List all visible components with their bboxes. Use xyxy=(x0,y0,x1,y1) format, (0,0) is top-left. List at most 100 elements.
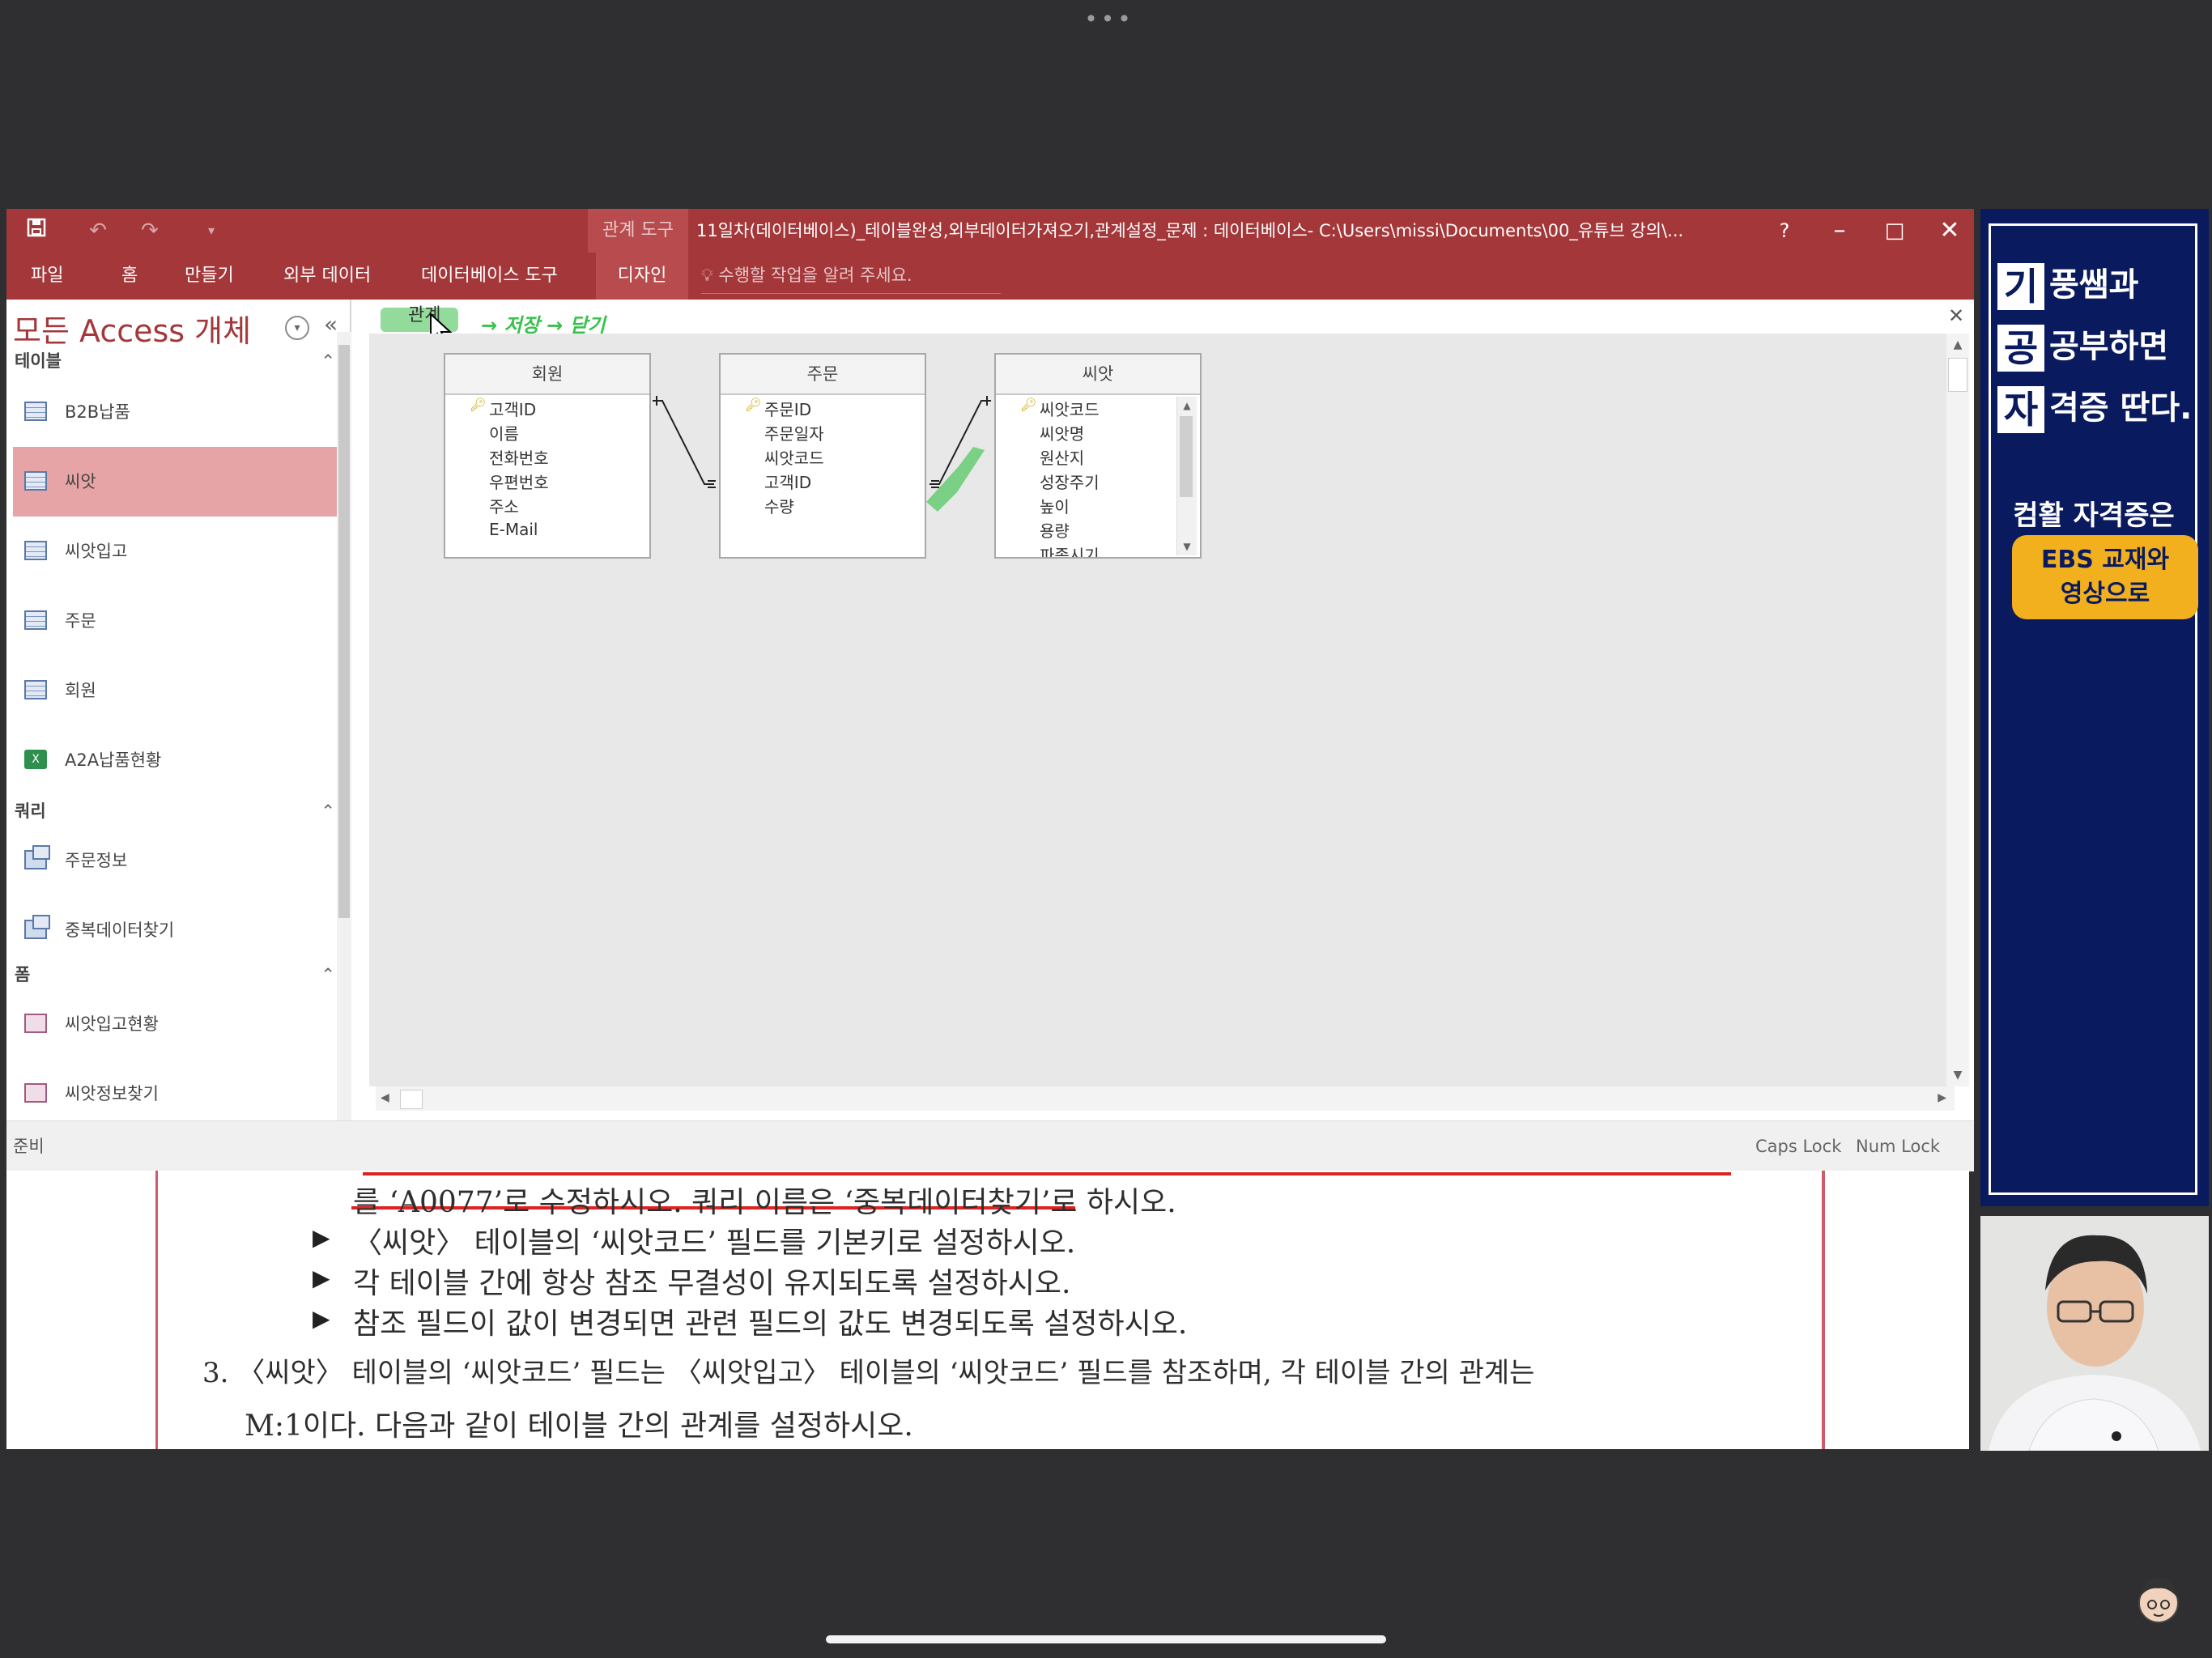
minimize-button[interactable]: – xyxy=(1815,209,1864,253)
presenter-video xyxy=(1980,1216,2209,1451)
title-bar: ↶ ↷ ▾ 관계 도구 11일차(데이터베이스)_테이블완성,외부데이터가져오기… xyxy=(6,209,1974,253)
nav-item-b2b[interactable]: B2B납품 xyxy=(13,377,342,447)
nav-item-order[interactable]: 주문 xyxy=(13,586,342,656)
document-title: 11일차(데이터베이스)_테이블완성,외부데이터가져오기,관계설정_문제 : 데… xyxy=(696,221,1684,240)
nav-item-duplicate-query[interactable]: 중복데이터찾기 xyxy=(13,895,342,965)
nav-item-label: A2A납품현황 xyxy=(65,750,162,770)
question-3: 3. 〈씨앗〉 테이블의 ‘씨앗코드’ 필드는 〈씨앗입고〉 테이블의 ‘씨앗코… xyxy=(202,1357,1535,1389)
mascot-icon xyxy=(2129,1571,2188,1629)
nav-item-label: 씨앗입고현황 xyxy=(65,1014,159,1034)
question-3-continued: M:1이다. 다음과 같이 테이블 간의 관계를 설정하시오. xyxy=(245,1409,913,1443)
undo-icon[interactable]: ↶ xyxy=(84,217,112,244)
promo-banner: 기 풍쌤과 공 공부하면 자 격증 딴다. 컴활 자격증은 EBS 교재와 영상으로 xyxy=(1980,209,2209,1206)
ebs-line-1: EBS 교재와 xyxy=(2040,546,2170,574)
group-forms[interactable]: 폼 ⌃ xyxy=(15,960,335,989)
scroll-left-icon[interactable]: ◀ xyxy=(381,1091,389,1104)
scroll-up-icon[interactable]: ▲ xyxy=(1946,338,1969,351)
field-list-scrollbar[interactable]: ▲ ▼ xyxy=(1176,397,1197,555)
linked-excel-table-icon: X xyxy=(24,750,47,769)
banner-initial: 자 xyxy=(1997,386,2044,433)
group-tables[interactable]: 테이블 ⌃ xyxy=(15,346,335,376)
nav-item-member[interactable]: 회원 xyxy=(13,656,342,725)
ebs-badge: EBS 교재와 영상으로 xyxy=(2012,535,2198,619)
home-indicator[interactable] xyxy=(826,1635,1386,1643)
scroll-down-icon[interactable]: ▼ xyxy=(1946,1069,1969,1082)
nav-item-label: 씨앗정보찾기 xyxy=(65,1084,159,1103)
join-line-member-order xyxy=(653,396,716,488)
relationships-canvas[interactable]: 회원 🔑︎ 고객ID 이름 전화번호 우편번호 주소 E-Mail 주문 🔑︎ … xyxy=(369,334,1959,1086)
document-margin xyxy=(6,1171,158,1449)
nav-item-seed-search-form[interactable]: 씨앗정보찾기 xyxy=(13,1059,342,1129)
instruction-line: 를 ‘A0077’로 수정하시오. 쿼리 이름은 ‘중복데이터찾기’로 하시오. xyxy=(353,1186,1176,1219)
nav-item-label: 주문정보 xyxy=(65,851,128,870)
form-icon xyxy=(24,1014,47,1033)
nav-item-label: B2B납품 xyxy=(65,402,130,422)
scroll-down-icon[interactable]: ▼ xyxy=(1177,541,1197,552)
join-highlight xyxy=(926,447,985,512)
save-icon[interactable] xyxy=(23,217,50,244)
presenter-silhouette xyxy=(1980,1216,2209,1451)
num-lock-indicator: Num Lock xyxy=(1856,1137,1941,1156)
table-icon xyxy=(24,471,47,491)
bullet-icon: ▶ xyxy=(313,1265,330,1291)
nav-item-label: 씨앗입고 xyxy=(65,542,128,561)
scroll-right-icon[interactable]: ▶ xyxy=(1938,1091,1946,1104)
nav-item-order-info[interactable]: 주문정보 xyxy=(13,826,342,895)
banner-initial: 공 xyxy=(1997,325,2044,372)
banner-row: 기 풍쌤과 xyxy=(1997,258,2138,312)
nav-menu-dropdown-icon[interactable]: ▾ xyxy=(285,316,309,340)
nav-pane-title[interactable]: 모든 Access 개체 xyxy=(13,306,251,351)
document-margin-line xyxy=(1822,1171,1825,1449)
tab-database-tools[interactable]: 데이터베이스 도구 xyxy=(421,253,558,300)
table-icon xyxy=(24,402,47,421)
nav-item-label: 회원 xyxy=(65,681,96,700)
tell-me-placeholder: 수행할 작업을 알려 주세요. xyxy=(718,266,912,285)
lightbulb-icon: 💡︎ xyxy=(701,266,713,285)
query-icon xyxy=(24,915,50,939)
nav-scrollbar-thumb[interactable] xyxy=(338,345,350,918)
tab-external-data[interactable]: 외부 데이터 xyxy=(283,253,371,300)
tab-create[interactable]: 만들기 xyxy=(185,253,234,300)
instruction-bullet: 참조 필드이 값이 변경되면 관련 필드의 값도 변경되도록 설정하시오. xyxy=(353,1307,1188,1341)
table-icon xyxy=(24,610,47,630)
group-queries[interactable]: 쿼리 ⌃ xyxy=(15,797,335,826)
nav-item-label: 중복데이터찾기 xyxy=(65,920,175,940)
table-icon xyxy=(24,541,47,560)
instruction-bullet: 〈씨앗〉 테이블의 ‘씨앗코드’ 필드를 기본키로 설정하시오. xyxy=(353,1226,1076,1260)
close-tab-icon[interactable]: ✕ xyxy=(1948,304,1964,327)
collapse-chevron-icon[interactable]: ⌃ xyxy=(321,960,335,989)
redo-icon[interactable]: ↷ xyxy=(136,217,164,244)
instruction-bullet: 각 테이블 간에 항상 참조 무결성이 유지되도록 설정하시오. xyxy=(353,1267,1071,1300)
collapse-chevron-icon[interactable]: ⌃ xyxy=(321,346,335,376)
nav-item-seed-stock-form[interactable]: 씨앗입고현황 xyxy=(13,989,342,1059)
tab-design[interactable]: 디자인 xyxy=(596,253,688,300)
tell-me-search[interactable]: 💡︎ 수행할 작업을 알려 주세요. xyxy=(701,257,1001,294)
canvas-vertical-scrollbar[interactable]: ▲ ▼ xyxy=(1946,334,1969,1086)
nav-collapse-icon[interactable]: « xyxy=(324,311,338,338)
banner-frame: 기 풍쌤과 공 공부하면 자 격증 딴다. 컴활 자격증은 EBS 교재와 영상으로 xyxy=(1989,223,2198,1195)
exam-document: 를 ‘A0077’로 수정하시오. 쿼리 이름은 ‘중복데이터찾기’로 하시오.… xyxy=(6,1171,1969,1449)
customize-quick-access-icon[interactable]: ▾ xyxy=(198,217,225,244)
tab-home[interactable]: 홈 xyxy=(121,253,138,300)
banner-text: 격증 딴다. xyxy=(2049,389,2193,427)
nav-item-seed-stock[interactable]: 씨앗입고 xyxy=(13,517,342,586)
status-text: 준비 xyxy=(13,1137,45,1156)
maximize-button[interactable]: □ xyxy=(1870,209,1919,253)
scroll-up-icon[interactable]: ▲ xyxy=(1177,400,1197,411)
collapse-chevron-icon[interactable]: ⌃ xyxy=(321,797,335,826)
banner-row: 자 격증 딴다. xyxy=(1997,381,2192,435)
form-icon xyxy=(24,1083,47,1103)
group-tables-label: 테이블 xyxy=(15,351,62,371)
tab-file[interactable]: 파일 xyxy=(31,253,63,300)
access-window: ↶ ↷ ▾ 관계 도구 11일차(데이터베이스)_테이블완성,외부데이터가져오기… xyxy=(6,209,1974,1171)
help-button[interactable]: ? xyxy=(1760,209,1809,253)
nav-item-a2a[interactable]: X A2A납품현황 xyxy=(13,725,342,795)
navigation-pane: 모든 Access 개체 ▾ « 테이블 ⌃ B2B납품 씨앗 씨앗입고 주문 … xyxy=(6,300,351,1125)
nav-item-seed[interactable]: 씨앗 xyxy=(13,447,342,517)
context-tools-label: 관계 도구 xyxy=(588,209,688,253)
canvas-horizontal-scrollbar[interactable]: ◀ ▶ xyxy=(376,1086,1955,1111)
status-bar: 준비 Caps Lock Num Lock xyxy=(6,1120,1974,1171)
close-button[interactable]: ✕ xyxy=(1925,209,1974,253)
more-options-dots[interactable]: ••• xyxy=(1077,8,1142,31)
join-lines xyxy=(653,396,991,512)
